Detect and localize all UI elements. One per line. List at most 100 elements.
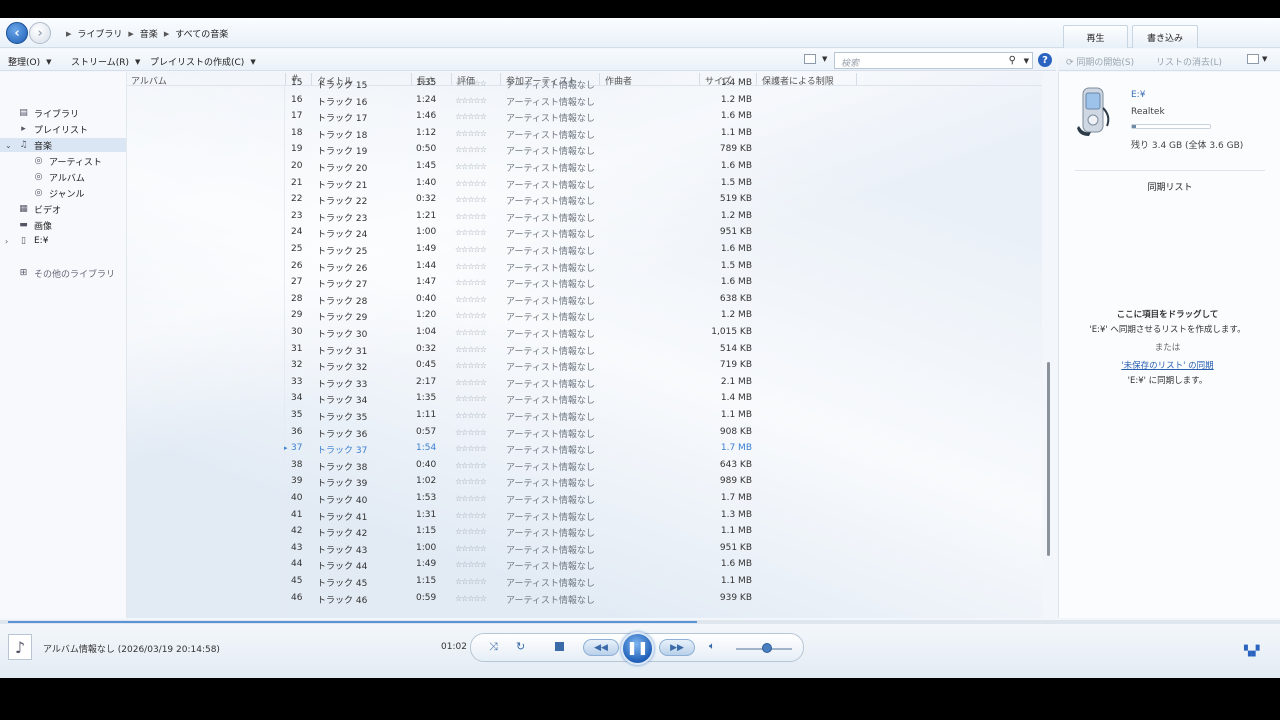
table-row[interactable]: 31 トラック 31 0:32 アーティスト情報なし 514 KB ☆☆☆☆☆	[127, 342, 1042, 358]
stop-button[interactable]	[555, 642, 564, 651]
rating-stars[interactable]: ☆☆☆☆☆	[455, 129, 487, 138]
table-row[interactable]: 26 トラック 26 1:44 アーティスト情報なし 1.5 MB ☆☆☆☆☆	[127, 259, 1042, 275]
table-row[interactable]: 36 トラック 36 0:57 アーティスト情報なし 908 KB ☆☆☆☆☆	[127, 425, 1042, 441]
table-row[interactable]: 34 トラック 34 1:35 アーティスト情報なし 1.4 MB ☆☆☆☆☆	[127, 391, 1042, 407]
create-playlist-menu[interactable]: プレイリストの作成(C) ▼	[150, 55, 256, 69]
help-icon[interactable]: ?	[1038, 53, 1052, 67]
rating-stars[interactable]: ☆☆☆☆☆	[455, 594, 487, 603]
table-row[interactable]: 40 トラック 40 1:53 アーティスト情報なし 1.7 MB ☆☆☆☆☆	[127, 491, 1042, 507]
sidebar-item-video[interactable]: ▦ ビデオ	[0, 202, 126, 216]
rating-stars[interactable]: ☆☆☆☆☆	[455, 560, 487, 569]
sidebar-item-music[interactable]: ⌄ ♫ 音楽	[0, 138, 126, 152]
table-row[interactable]: 38 トラック 38 0:40 アーティスト情報なし 643 KB ☆☆☆☆☆	[127, 458, 1042, 474]
switch-to-now-playing-icon[interactable]: ▚▞	[1244, 646, 1259, 657]
rating-stars[interactable]: ☆☆☆☆☆	[455, 461, 487, 470]
rating-stars[interactable]: ☆☆☆☆☆	[455, 162, 487, 171]
sidebar-item-other-libraries[interactable]: ⊞ その他のライブラリ	[0, 266, 126, 280]
rating-stars[interactable]: ☆☆☆☆☆	[455, 345, 487, 354]
sidebar-item-library[interactable]: ▤ ライブラリ	[0, 106, 126, 120]
table-row[interactable]: 46 トラック 46 0:59 アーティスト情報なし 939 KB ☆☆☆☆☆	[127, 591, 1042, 607]
device-name[interactable]: E:¥	[1131, 90, 1145, 100]
view-options-icon[interactable]	[804, 54, 816, 64]
rating-stars[interactable]: ☆☆☆☆☆	[455, 428, 487, 437]
search-icon[interactable]: ⚲	[1009, 55, 1016, 66]
table-row[interactable]: 16 トラック 16 1:24 アーティスト情報なし 1.2 MB ☆☆☆☆☆	[127, 93, 1042, 109]
sync-unsaved-list-link[interactable]: '未保存のリスト' の同期	[1059, 359, 1276, 371]
rating-stars[interactable]: ☆☆☆☆☆	[455, 311, 487, 320]
rating-stars[interactable]: ☆☆☆☆☆	[455, 112, 487, 121]
rating-stars[interactable]: ☆☆☆☆☆	[455, 262, 487, 271]
sidebar-item-genre[interactable]: ◎ ジャンル	[0, 186, 126, 200]
rating-stars[interactable]: ☆☆☆☆☆	[455, 328, 487, 337]
scrollbar-thumb[interactable]	[1047, 362, 1050, 556]
list-options-icon[interactable]	[1247, 54, 1259, 64]
rating-stars[interactable]: ☆☆☆☆☆	[455, 444, 487, 453]
table-row[interactable]: 39 トラック 39 1:02 アーティスト情報なし 989 KB ☆☆☆☆☆	[127, 474, 1042, 490]
start-sync-button[interactable]: ⟳ 同期の開始(S)	[1066, 55, 1134, 68]
table-row[interactable]: 17 トラック 17 1:46 アーティスト情報なし 1.6 MB ☆☆☆☆☆	[127, 109, 1042, 125]
vertical-scrollbar[interactable]	[1047, 72, 1051, 618]
table-row[interactable]: 29 トラック 29 1:20 アーティスト情報なし 1.2 MB ☆☆☆☆☆	[127, 308, 1042, 324]
rating-stars[interactable]: ☆☆☆☆☆	[455, 527, 487, 536]
rating-stars[interactable]: ☆☆☆☆☆	[455, 96, 487, 105]
sidebar-item-artist[interactable]: ◎ アーティスト	[0, 154, 126, 168]
volume-slider-thumb[interactable]	[761, 643, 772, 653]
rating-stars[interactable]: ☆☆☆☆☆	[455, 378, 487, 387]
back-button[interactable]: ‹	[6, 22, 28, 44]
table-row[interactable]: 23 トラック 23 1:21 アーティスト情報なし 1.2 MB ☆☆☆☆☆	[127, 209, 1042, 225]
tab-play[interactable]: 再生	[1063, 25, 1128, 48]
table-row[interactable]: 33 トラック 33 2:17 アーティスト情報なし 2.1 MB ☆☆☆☆☆	[127, 375, 1042, 391]
table-row[interactable]: ▸ 37 トラック 37 1:54 アーティスト情報なし 1.7 MB ☆☆☆☆☆	[127, 441, 1042, 457]
expand-chevron-icon[interactable]: ⌄	[5, 141, 12, 150]
table-row[interactable]: 28 トラック 28 0:40 アーティスト情報なし 638 KB ☆☆☆☆☆	[127, 292, 1042, 308]
clear-list-button[interactable]: リストの消去(L)	[1156, 55, 1222, 68]
pause-button[interactable]: ❚❚	[621, 632, 654, 665]
rating-stars[interactable]: ☆☆☆☆☆	[455, 494, 487, 503]
table-row[interactable]: 45 トラック 45 1:15 アーティスト情報なし 1.1 MB ☆☆☆☆☆	[127, 574, 1042, 590]
table-row[interactable]: 19 トラック 19 0:50 アーティスト情報なし 789 KB ☆☆☆☆☆	[127, 142, 1042, 158]
rating-stars[interactable]: ☆☆☆☆☆	[455, 295, 487, 304]
table-row[interactable]: 43 トラック 43 1:00 アーティスト情報なし 951 KB ☆☆☆☆☆	[127, 541, 1042, 557]
forward-button[interactable]: ›	[29, 22, 51, 44]
table-row[interactable]: 24 トラック 24 1:00 アーティスト情報なし 951 KB ☆☆☆☆☆	[127, 225, 1042, 241]
table-row[interactable]: 22 トラック 22 0:32 アーティスト情報なし 519 KB ☆☆☆☆☆	[127, 192, 1042, 208]
organize-menu[interactable]: 整理(O) ▼	[8, 55, 52, 69]
rating-stars[interactable]: ☆☆☆☆☆	[455, 394, 487, 403]
tab-burn[interactable]: 書き込み	[1132, 25, 1198, 48]
rating-stars[interactable]: ☆☆☆☆☆	[455, 195, 487, 204]
table-row[interactable]: 30 トラック 30 1:04 アーティスト情報なし 1,015 KB ☆☆☆☆☆	[127, 325, 1042, 341]
rating-stars[interactable]: ☆☆☆☆☆	[455, 577, 487, 586]
table-row[interactable]: 35 トラック 35 1:11 アーティスト情報なし 1.1 MB ☆☆☆☆☆	[127, 408, 1042, 424]
rating-stars[interactable]: ☆☆☆☆☆	[455, 228, 487, 237]
table-row[interactable]: 20 トラック 20 1:45 アーティスト情報なし 1.6 MB ☆☆☆☆☆	[127, 159, 1042, 175]
rating-stars[interactable]: ☆☆☆☆☆	[455, 544, 487, 553]
chevron-down-icon[interactable]: ▼	[1262, 55, 1267, 63]
chevron-right-icon[interactable]: ›	[5, 237, 8, 246]
rating-stars[interactable]: ☆☆☆☆☆	[455, 179, 487, 188]
rating-stars[interactable]: ☆☆☆☆☆	[455, 278, 487, 287]
table-row[interactable]: 18 トラック 18 1:12 アーティスト情報なし 1.1 MB ☆☆☆☆☆	[127, 126, 1042, 142]
table-row[interactable]: 41 トラック 41 1:31 アーティスト情報なし 1.3 MB ☆☆☆☆☆	[127, 508, 1042, 524]
next-button[interactable]: ▶▶	[659, 639, 695, 656]
sidebar-item-album[interactable]: ◎ アルバム	[0, 170, 126, 184]
table-row[interactable]: 27 トラック 27 1:47 アーティスト情報なし 1.6 MB ☆☆☆☆☆	[127, 275, 1042, 291]
table-row[interactable]: 42 トラック 42 1:15 アーティスト情報なし 1.1 MB ☆☆☆☆☆	[127, 524, 1042, 540]
rating-stars[interactable]: ☆☆☆☆☆	[455, 361, 487, 370]
breadcrumb-library[interactable]: ライブラリ	[77, 27, 122, 40]
rating-stars[interactable]: ☆☆☆☆☆	[455, 79, 487, 88]
rating-stars[interactable]: ☆☆☆☆☆	[455, 511, 487, 520]
previous-button[interactable]: ◀◀	[583, 639, 619, 656]
breadcrumb-all-music[interactable]: すべての音楽	[175, 27, 228, 40]
table-row[interactable]: 21 トラック 21 1:40 アーティスト情報なし 1.5 MB ☆☆☆☆☆	[127, 176, 1042, 192]
table-row[interactable]: 25 トラック 25 1:49 アーティスト情報なし 1.6 MB ☆☆☆☆☆	[127, 242, 1042, 258]
shuffle-icon[interactable]: ⤨	[489, 640, 498, 654]
chevron-down-icon[interactable]: ▼	[822, 55, 827, 63]
stream-menu[interactable]: ストリーム(R) ▼	[71, 55, 140, 69]
table-row[interactable]: 15 トラック 15 1:35 アーティスト情報なし 1.4 MB ☆☆☆☆☆	[127, 76, 1042, 92]
table-row[interactable]: 44 トラック 44 1:49 アーティスト情報なし 1.6 MB ☆☆☆☆☆	[127, 557, 1042, 573]
search-box[interactable]: 検索 ⚲ ▼	[834, 52, 1033, 69]
volume-icon[interactable]: 🔈︎	[709, 641, 715, 652]
rating-stars[interactable]: ☆☆☆☆☆	[455, 477, 487, 486]
chevron-down-icon[interactable]: ▼	[1024, 57, 1029, 65]
search-input[interactable]: 検索	[841, 56, 859, 69]
